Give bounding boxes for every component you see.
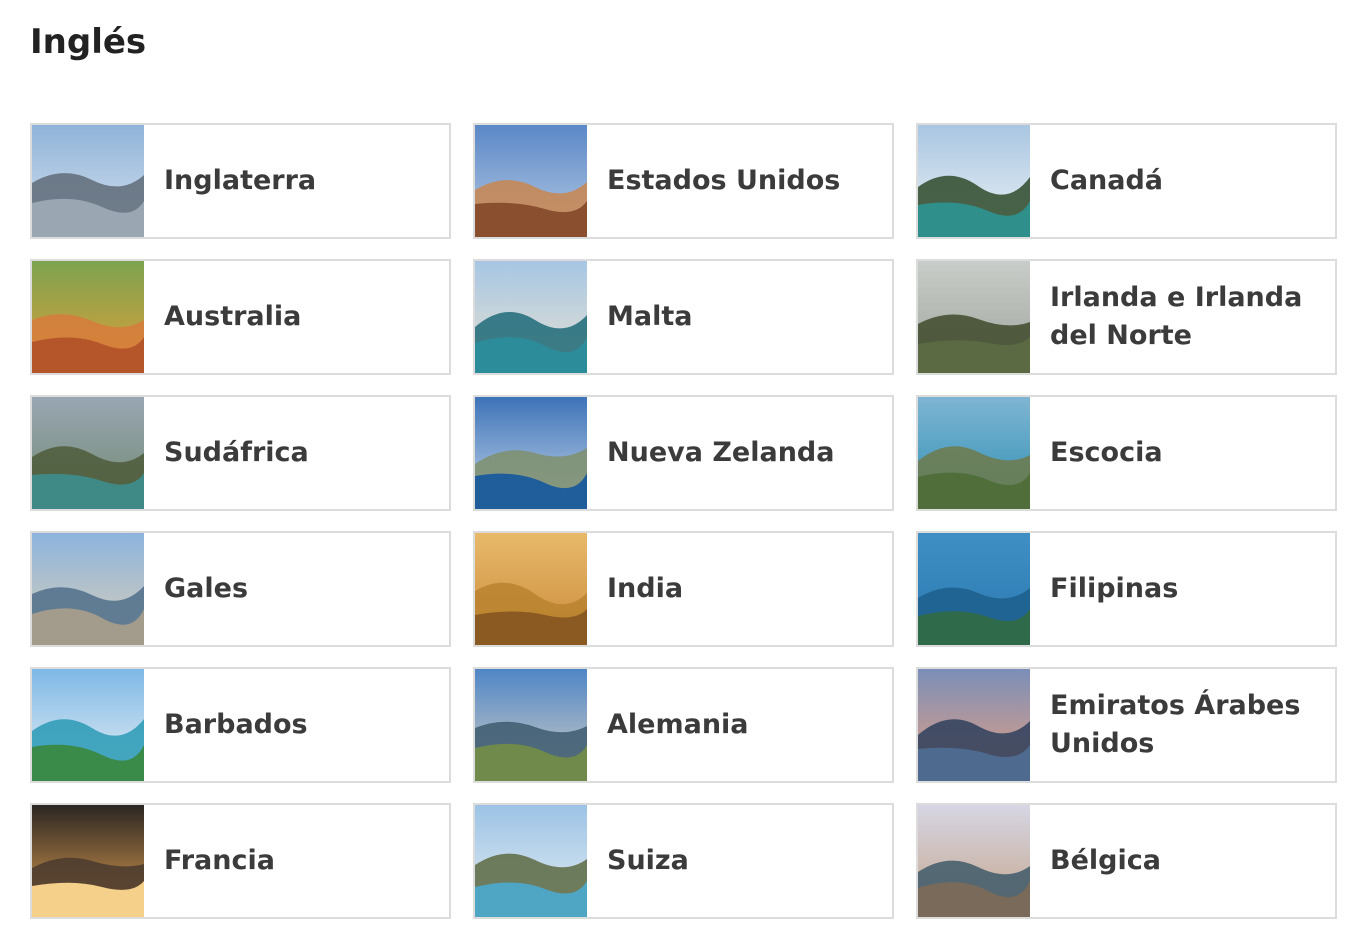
palace-lake-sunset-thumbnail (475, 533, 587, 645)
destination-card[interactable]: Irlanda e Irlanda del Norte (916, 259, 1337, 375)
palm-beach-thumbnail (32, 669, 144, 781)
outback-road-signs-thumbnail (32, 261, 144, 373)
destination-label: Alemania (607, 709, 749, 740)
destination-card[interactable]: Estados Unidos (473, 123, 894, 239)
coastal-cliffs-thumbnail (918, 261, 1030, 373)
destination-card[interactable]: Barbados (30, 667, 451, 783)
destination-card[interactable]: Alemania (473, 667, 894, 783)
castle-bridge-thumbnail (32, 533, 144, 645)
destination-label: Escocia (1050, 437, 1163, 468)
destination-label: India (607, 573, 684, 604)
destination-label: Malta (607, 301, 693, 332)
dubai-skyline-thumbnail (918, 669, 1030, 781)
alpine-lake-town-thumbnail (475, 397, 587, 509)
canal-houses-thumbnail (918, 805, 1030, 917)
neuschwanstein-thumbnail (475, 669, 587, 781)
harbour-boats-thumbnail (475, 261, 587, 373)
destination-label: Canadá (1050, 165, 1164, 196)
destination-label: Australia (164, 301, 302, 332)
destination-card[interactable]: Gales (30, 531, 451, 647)
river-canyon-thumbnail (32, 397, 144, 509)
destination-card[interactable]: Inglaterra (30, 123, 451, 239)
destination-card[interactable]: Filipinas (916, 531, 1337, 647)
monument-valley-thumbnail (475, 125, 587, 237)
destination-label: Inglaterra (164, 165, 317, 196)
train-window-sunset-thumbnail (32, 805, 144, 917)
mountain-lake-thumbnail (918, 125, 1030, 237)
destination-label: Sudáfrica (164, 437, 309, 468)
london-eye-thumbnail (32, 125, 144, 237)
destination-label: Irlanda e Irlanda del Norte (1050, 282, 1303, 351)
page: Inglés Inglaterra Estados Unidos Canadá Aus… (0, 0, 1352, 932)
swiss-lake-thumbnail (475, 805, 587, 917)
destination-card[interactable]: Francia (30, 803, 451, 919)
destination-card[interactable]: Malta (473, 259, 894, 375)
destination-card[interactable]: Canadá (916, 123, 1337, 239)
tropical-islands-thumbnail (918, 533, 1030, 645)
destination-card[interactable]: Sudáfrica (30, 395, 451, 511)
destination-label: Gales (164, 573, 249, 604)
destination-label: Filipinas (1050, 573, 1179, 604)
destination-label: Suiza (607, 845, 689, 876)
destination-label: Nueva Zelanda (607, 437, 835, 468)
destination-label: Barbados (164, 709, 308, 740)
sea-cliff-thumbnail (918, 397, 1030, 509)
destination-card[interactable]: Escocia (916, 395, 1337, 511)
destination-card[interactable]: Australia (30, 259, 451, 375)
destination-card[interactable]: India (473, 531, 894, 647)
destination-card[interactable]: Suiza (473, 803, 894, 919)
destination-card[interactable]: Bélgica (916, 803, 1337, 919)
destination-label: Bélgica (1050, 845, 1161, 876)
destination-label: Emiratos Árabes Unidos (1050, 690, 1301, 759)
destination-label: Francia (164, 845, 275, 876)
destination-label: Estados Unidos (607, 165, 841, 196)
destination-card[interactable]: Emiratos Árabes Unidos (916, 667, 1337, 783)
page-title: Inglés (30, 22, 147, 62)
destination-card[interactable]: Nueva Zelanda (473, 395, 894, 511)
destination-grid: Inglaterra Estados Unidos Canadá Australia M… (30, 123, 1337, 919)
